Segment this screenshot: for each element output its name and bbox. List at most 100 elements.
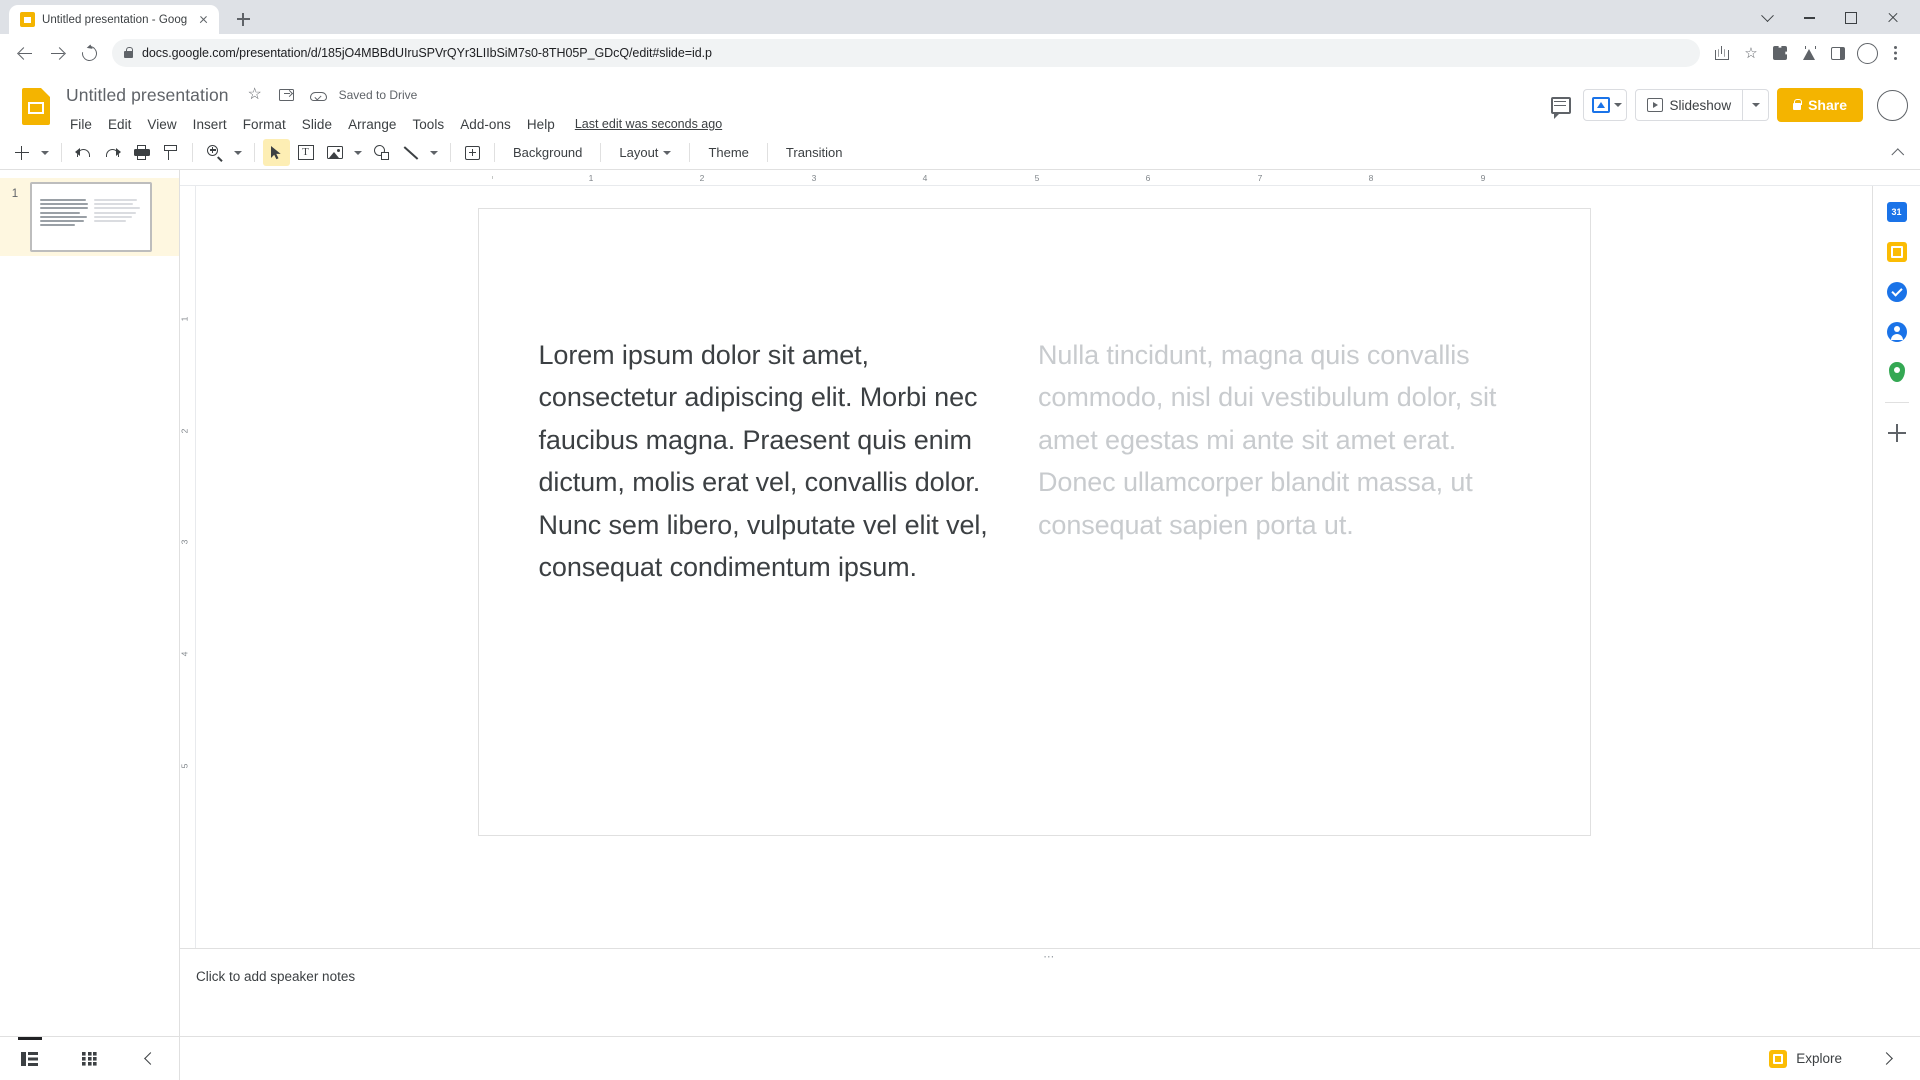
new-slide-options-button[interactable] <box>37 139 53 166</box>
google-maps-icon[interactable] <box>1885 360 1909 384</box>
bookmark-button[interactable]: ☆ <box>1737 39 1765 67</box>
paint-format-button[interactable] <box>157 139 184 166</box>
shape-icon <box>374 145 389 160</box>
slides-header: Untitled presentation ☆ Saved to Drive F… <box>0 72 1920 136</box>
present-mode-group[interactable] <box>1582 89 1627 121</box>
tab-search-chevron-icon[interactable] <box>1746 4 1788 32</box>
account-avatar[interactable] <box>1877 89 1908 121</box>
slideshow-button[interactable]: Slideshow <box>1634 89 1744 121</box>
labs-button[interactable] <box>1795 39 1823 67</box>
ruler-tick-v: 3 <box>180 539 190 545</box>
transition-button[interactable]: Transition <box>776 140 853 165</box>
select-cursor-button[interactable] <box>263 139 290 166</box>
theme-button[interactable]: Theme <box>698 140 758 165</box>
reload-icon <box>78 42 100 64</box>
menu-file[interactable]: File <box>62 115 100 134</box>
address-bar[interactable]: docs.google.com/presentation/d/185jO4MBB… <box>112 39 1700 67</box>
tab-close-icon[interactable] <box>195 12 211 28</box>
slide-filmstrip[interactable]: 1 <box>0 170 180 1036</box>
browser-tab[interactable]: Untitled presentation - Google S <box>9 5 219 34</box>
chrome-menu-button[interactable] <box>1882 39 1910 67</box>
get-addons-button[interactable] <box>1885 421 1909 445</box>
expand-panel-button[interactable] <box>1866 1037 1906 1080</box>
forward-button[interactable] <box>42 38 72 68</box>
menu-view[interactable]: View <box>139 115 184 134</box>
browser-tab-strip: Untitled presentation - Google S <box>0 0 1920 34</box>
slideshow-options-button[interactable] <box>1743 89 1770 121</box>
chevron-down-icon[interactable] <box>1613 103 1622 107</box>
zoom-options-button[interactable] <box>230 139 246 166</box>
chevron-down-icon <box>663 150 672 155</box>
google-contacts-icon[interactable] <box>1885 320 1909 344</box>
filmstrip-view-button[interactable] <box>10 1036 50 1080</box>
explore-button[interactable]: Explore <box>1759 1044 1852 1074</box>
insert-image-button[interactable] <box>321 139 348 166</box>
side-panel-button[interactable] <box>1824 39 1852 67</box>
menu-format[interactable]: Format <box>235 115 294 134</box>
vertical-ruler[interactable]: 1 2 3 4 5 <box>180 186 196 948</box>
line-options-button[interactable] <box>426 139 442 166</box>
zoom-button[interactable] <box>201 139 228 166</box>
reload-button[interactable] <box>74 38 104 68</box>
google-keep-icon[interactable] <box>1885 240 1909 264</box>
google-tasks-icon[interactable] <box>1885 280 1909 304</box>
thumbnail-left-text <box>40 190 88 244</box>
menu-arrange[interactable]: Arrange <box>340 115 404 134</box>
insert-shape-button[interactable] <box>368 139 395 166</box>
move-to-folder-button[interactable] <box>277 85 297 105</box>
undo-button[interactable] <box>70 139 97 166</box>
redo-button[interactable] <box>99 139 126 166</box>
menu-tools[interactable]: Tools <box>404 115 452 134</box>
slide-thumbnail[interactable] <box>30 182 152 252</box>
explore-label: Explore <box>1796 1051 1842 1066</box>
share-page-button[interactable] <box>1708 39 1736 67</box>
print-button[interactable] <box>128 139 155 166</box>
star-document-button[interactable]: ☆ <box>245 85 265 105</box>
maximize-button[interactable] <box>1830 4 1872 32</box>
image-options-button[interactable] <box>350 139 366 166</box>
profile-button[interactable] <box>1853 39 1881 67</box>
image-icon <box>326 146 343 159</box>
extensions-button[interactable] <box>1766 39 1794 67</box>
slide-stage[interactable]: Lorem ipsum dolor sit amet, consectetur … <box>196 186 1872 948</box>
collapse-filmstrip-button[interactable] <box>129 1037 169 1080</box>
google-calendar-icon[interactable]: 31 <box>1885 200 1909 224</box>
slide-canvas[interactable]: Lorem ipsum dolor sit amet, consectetur … <box>477 208 1591 836</box>
slide-text-left[interactable]: Lorem ipsum dolor sit amet, consectetur … <box>539 334 999 835</box>
text-box-button[interactable] <box>292 139 319 166</box>
menu-slide[interactable]: Slide <box>294 115 340 134</box>
chevron-right-icon <box>1879 1052 1893 1065</box>
speaker-notes-pane[interactable]: ⋯ Click to add speaker notes <box>180 948 1920 1036</box>
line-icon <box>403 145 418 160</box>
back-button[interactable] <box>10 38 40 68</box>
new-slide-button[interactable] <box>8 139 35 166</box>
horizontal-ruler[interactable]: 1 2 3 4 5 6 7 8 9 <box>180 170 1920 186</box>
open-comment-history-button[interactable] <box>1547 91 1575 119</box>
menu-insert[interactable]: Insert <box>185 115 235 134</box>
minimize-button[interactable] <box>1788 4 1830 32</box>
insert-comment-button[interactable] <box>459 139 486 166</box>
collapse-toolbar-button[interactable] <box>1884 139 1912 166</box>
header-left-column: Untitled presentation ☆ Saved to Drive F… <box>62 80 1547 137</box>
document-title[interactable]: Untitled presentation <box>62 83 233 108</box>
insert-line-button[interactable] <box>397 139 424 166</box>
url-text: docs.google.com/presentation/d/185jO4MBB… <box>142 46 712 60</box>
last-edit-label[interactable]: Last edit was seconds ago <box>575 117 722 131</box>
share-button[interactable]: Share <box>1777 88 1863 122</box>
filmstrip-slide-1[interactable]: 1 <box>0 178 179 256</box>
grid-view-button[interactable] <box>69 1037 109 1080</box>
slides-toolbar: Background Layout Theme Transition <box>0 136 1920 170</box>
slides-logo[interactable] <box>18 84 54 128</box>
menu-help[interactable]: Help <box>519 115 563 134</box>
paint-format-icon <box>163 145 178 160</box>
rail-divider <box>1884 402 1909 403</box>
menu-addons[interactable]: Add-ons <box>452 115 519 134</box>
speaker-notes-placeholder[interactable]: Click to add speaker notes <box>180 963 1920 990</box>
slide-text-right-placeholder[interactable]: Nulla tincidunt, magna quis convallis co… <box>1038 334 1498 835</box>
background-button[interactable]: Background <box>503 140 592 165</box>
menu-edit[interactable]: Edit <box>100 115 139 134</box>
new-tab-button[interactable] <box>229 5 257 33</box>
layout-button[interactable]: Layout <box>609 140 681 165</box>
close-window-button[interactable] <box>1872 4 1914 32</box>
notes-resize-grip[interactable]: ⋯ <box>180 949 1920 963</box>
